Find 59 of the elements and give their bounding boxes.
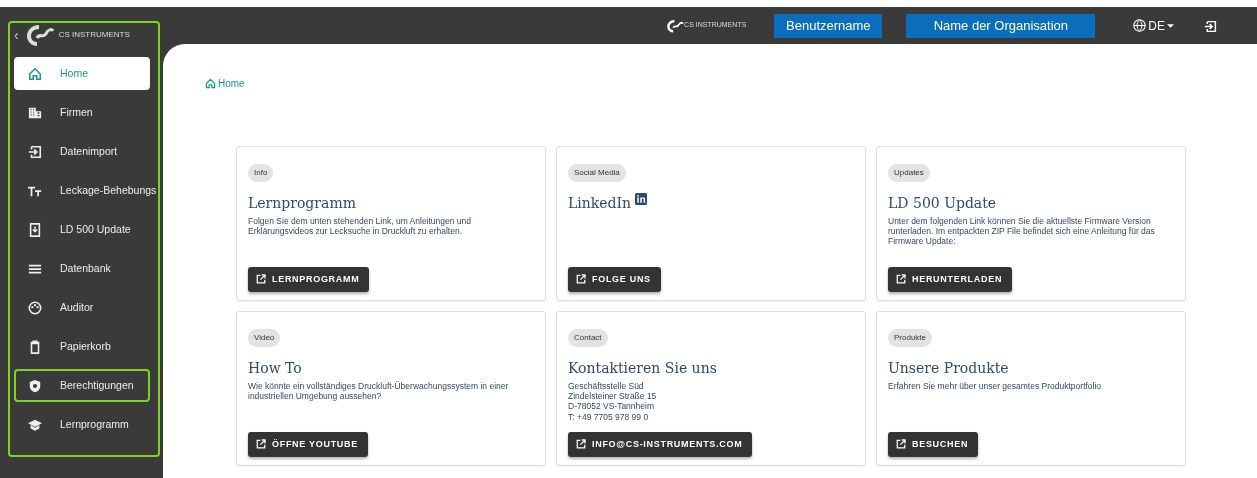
card-title: Unsere Produkte [888,359,1009,378]
card-description: Unter dem folgenden Link können Sie die aktuellste Firmware Version runterladen. Im entpackten ZIP File befindet sich eine Anleitung für das Firmware Update: [888,216,1156,247]
sidebar-item[interactable]: Datenimport [14,135,150,168]
external-link-button[interactable]: BESUCHEN [888,431,979,457]
collapse-button[interactable]: ‹ [12,27,21,43]
external-link-button[interactable]: ÖFFNE YOUTUBE [248,431,368,457]
card-title: Lernprogramm [248,194,356,213]
sidebar-item[interactable]: Firmen [14,96,150,129]
external-link-button[interactable]: LERNPROGRAMM [248,266,370,292]
logo-icon [24,22,55,48]
card-description: Wie könnte ein vollständiges Druckluft-Überwachungssystem in einer industriellen Umgebung aussehen? [248,381,510,402]
home-icon [205,78,216,89]
home-icon [28,66,42,81]
external-link-icon [576,274,586,285]
category-tag: Contact [568,329,608,347]
palette-icon [28,300,42,315]
external-link-icon [576,439,586,450]
language-dropdown[interactable]: DE [1133,16,1174,35]
logo-icon [666,17,685,34]
caret-icon [1167,23,1174,28]
sidebar-item[interactable]: Leckage-Behebungs [14,174,157,207]
external-link-button[interactable]: FOLGE UNS [568,266,661,292]
category-tag: Produkte [888,329,933,347]
card-description: Geschäftsstelle Süd Zindelsteiner Straße 15 D-78052 VS-Tannheim T: +49 7705 978 99 0 [568,381,658,422]
logo-text: CS INSTRUMENTS [58,29,130,41]
card-title: How To [248,359,302,378]
graduation-cap-icon [28,417,42,432]
card-title: LD 500 Update [888,194,997,213]
sidebar-item[interactable]: Berechtigungen [14,369,150,402]
organisation-button[interactable]: Name der Organisation [906,13,1096,38]
external-link-icon [896,439,906,450]
sidebar-item[interactable]: LD 500 Update [14,213,150,246]
globe-icon [1133,19,1147,32]
logout-icon [1204,19,1217,33]
card-title: Kontaktieren Sie uns [568,359,717,378]
building-icon [28,105,42,120]
sidebar-item[interactable]: Lernprogramm [14,408,150,441]
sidebar-item[interactable]: Datenbank [14,252,150,285]
shield-icon [28,378,42,393]
sidebar-item[interactable]: Home [14,57,150,90]
breadcrumb-link[interactable]: Home [205,76,245,91]
external-link-icon [256,274,266,285]
username-button[interactable]: Benutzername [774,13,883,38]
external-link-icon [256,439,266,450]
external-link-button[interactable]: HERUNTERLADEN [888,266,1013,292]
external-link-button[interactable]: INFO@CS-INSTRUMENTS.COM [568,431,753,457]
category-tag: Video [248,329,281,347]
card-description: Erfahren Sie mehr über unser gesamtes Produktportfolio [888,381,1103,392]
external-link-icon [896,274,906,285]
download-device-icon [28,222,42,237]
category-tag: Social Media [568,164,626,182]
card-title: LinkedIn [568,194,632,213]
trash-icon [28,339,42,354]
category-tag: Info [248,164,274,182]
category-tag: Updates [888,164,930,182]
sidebar-item[interactable]: Papierkorb [14,330,150,363]
sidebar-item[interactable]: Auditor [14,291,150,324]
import-icon [28,144,42,159]
card-description: Folgen Sie dem unten stehenden Link, um Anleitungen und Erklärungsvideos zur Lecksuche in Druckluft zu erhalten. [248,216,473,237]
